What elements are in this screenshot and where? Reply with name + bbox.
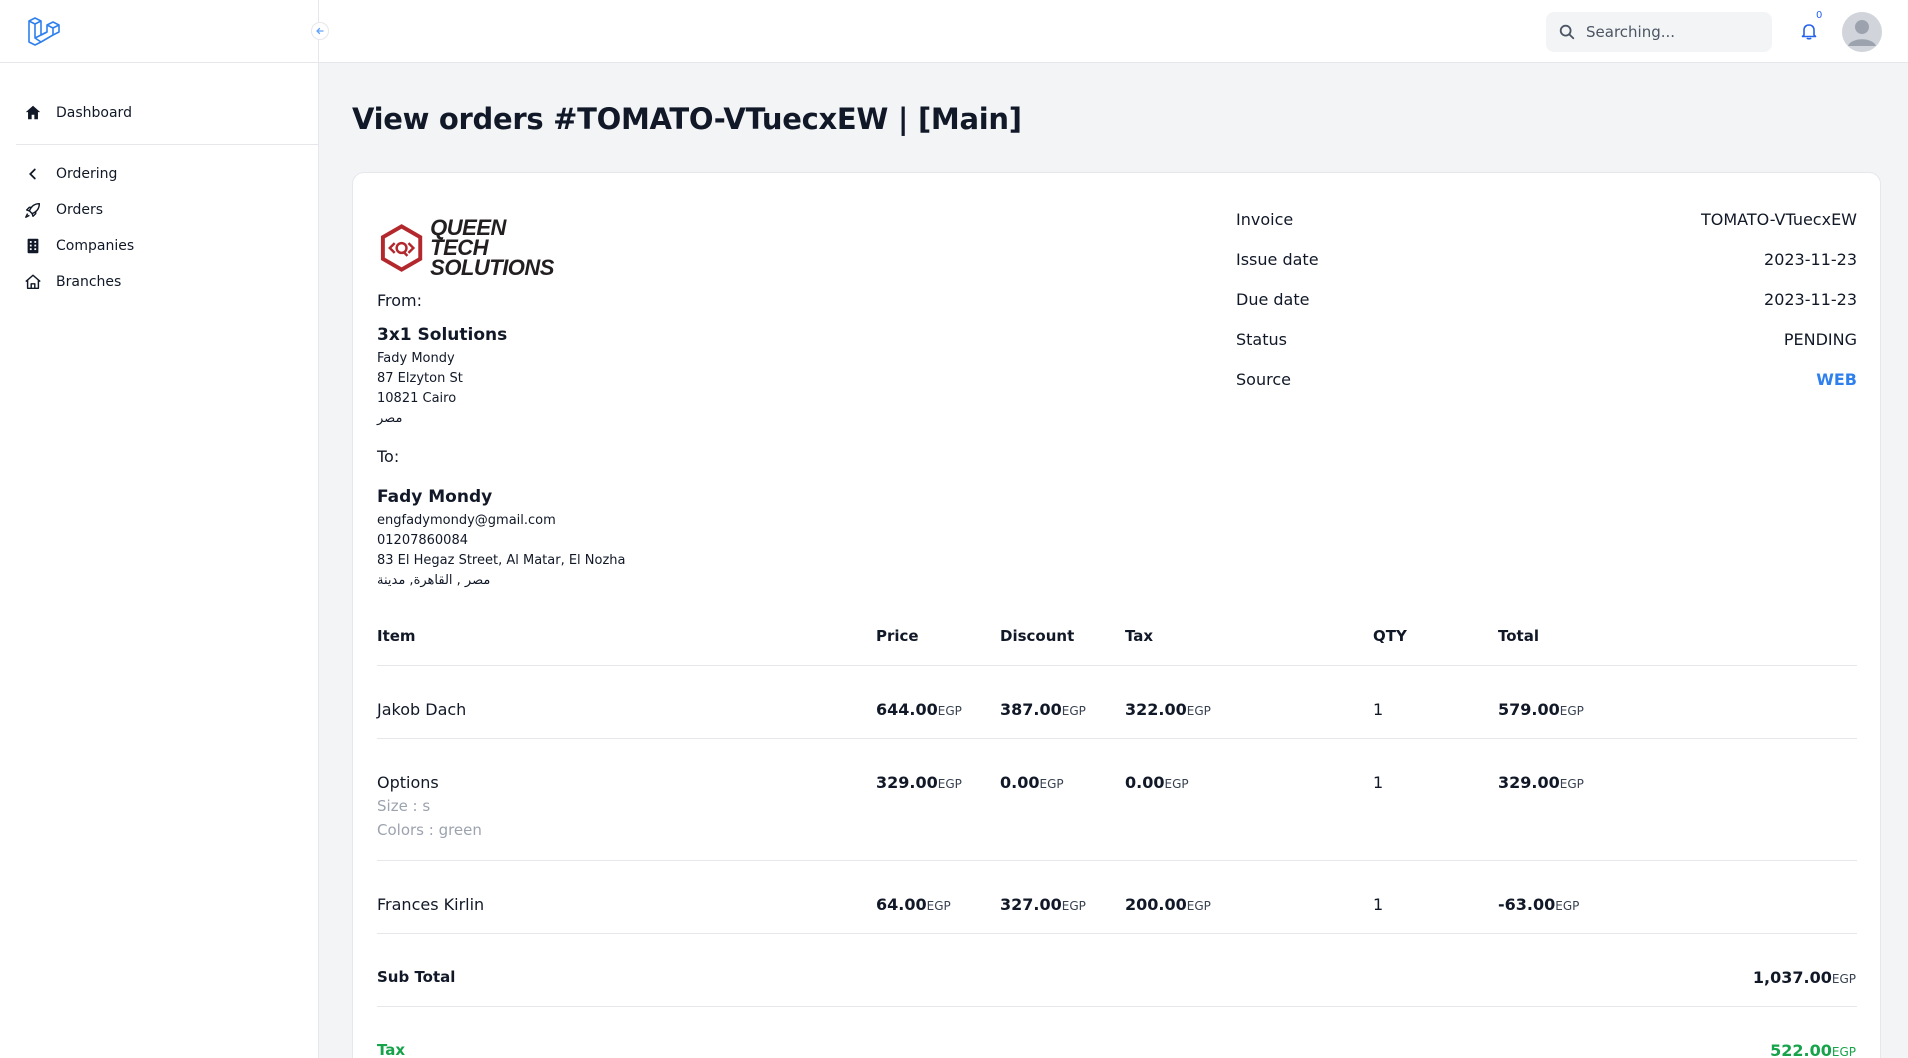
chevron-left-icon [29,168,36,180]
tax-total-label: Tax [377,1041,406,1058]
arrow-left-icon [316,27,324,35]
table-divider [377,665,1857,666]
item-name: Jakob Dach [377,700,467,719]
from-address: Fady Mondy 87 Elzyton St 10821 Cairo مصر [377,349,463,429]
from-name: 3x1 Solutions [377,325,508,345]
meta-due-date: Due date 2023-11-23 [1236,290,1857,309]
from-city: 10821 Cairo [377,391,457,406]
price-cell: 64.00EGP [876,895,951,914]
sidebar-item-companies[interactable]: Companies [24,237,134,255]
to-email: engfadymondy@gmail.com [377,513,556,528]
sidebar-item-label: Orders [56,202,104,218]
status-value: PENDING [1783,330,1857,349]
discount-cell: 387.00EGP [1000,700,1086,719]
source-value: WEB [1816,370,1857,389]
option-size: Size : s [377,797,431,815]
tax-cell: 322.00EGP [1125,700,1211,719]
meta-invoice: Invoice TOMATO-VTuecxEW [1236,210,1857,229]
to-phone: 01207860084 [377,533,468,548]
column-header-item: Item [377,627,416,645]
search-input[interactable] [1586,23,1756,41]
total-cell: -63.00EGP [1498,895,1580,914]
to-label: To: [377,447,400,466]
table-divider [377,860,1857,861]
column-header-total: Total [1498,627,1539,645]
search-box[interactable] [1546,12,1772,52]
sidebar-item-orders[interactable]: Orders [24,201,103,219]
page-title: View orders #TOMATO-VTuecxEW | [Main] [352,102,1022,136]
item-name: Frances Kirlin [377,895,485,914]
qty-cell: 1 [1373,773,1384,792]
from-street: 87 Elzyton St [377,371,463,386]
issue-date-value: 2023-11-23 [1764,250,1857,269]
qty-cell: 1 [1373,700,1384,719]
from-country: مصر [377,411,403,426]
to-street: 83 El Hegaz Street, Al Matar, El Nozha [377,553,626,568]
laravel-logo-icon[interactable] [26,15,60,49]
sidebar-divider [16,144,318,145]
discount-cell: 0.00EGP [1000,773,1064,792]
discount-cell: 327.00EGP [1000,895,1086,914]
company-logo-text: QUEEN TECH SOLUTIONS [430,215,554,280]
total-cell: 579.00EGP [1498,700,1584,719]
subtotal-label: Sub Total [377,968,456,986]
tax-total-value: 522.00EGP [1770,1041,1856,1058]
tax-cell: 200.00EGP [1125,895,1211,914]
house-icon [25,274,41,290]
column-header-tax: Tax [1125,627,1154,645]
table-divider [377,738,1857,739]
to-address: engfadymondy@gmail.com 01207860084 83 El… [377,511,626,591]
tax-cell: 0.00EGP [1125,773,1189,792]
rocket-icon [25,202,41,218]
due-date-value: 2023-11-23 [1764,290,1857,309]
item-name: Options [377,773,439,792]
notification-count-badge: 0 [1816,10,1823,21]
to-region: مصر , القاهرة, مدينة [377,573,491,588]
queen-tech-logo-icon [380,224,423,272]
sidebar: Dashboard Ordering Orders Companies Bran… [0,0,329,1058]
building-icon [27,238,39,254]
total-cell: 329.00EGP [1498,773,1584,792]
sidebar-item-dashboard[interactable]: Dashboard [24,104,132,122]
price-cell: 329.00EGP [876,773,962,792]
sidebar-header [0,0,318,63]
meta-issue-date: Issue date 2023-11-23 [1236,250,1857,269]
meta-status: Status PENDING [1236,330,1857,349]
column-header-price: Price [876,627,919,645]
invoice-number: TOMATO-VTuecxEW [1701,210,1857,229]
price-cell: 644.00EGP [876,700,962,719]
column-header-qty: QTY [1373,627,1407,645]
invoice-card: QUEEN TECH SOLUTIONS From: 3x1 Solutions… [352,172,1881,1058]
table-divider [377,1006,1857,1007]
to-name: Fady Mondy [377,487,493,507]
subtotal-value: 1,037.00EGP [1752,968,1856,987]
from-label: From: [377,291,423,310]
sidebar-group-ordering[interactable]: Ordering [24,165,117,183]
sidebar-item-label: Ordering [56,166,118,182]
table-divider [377,933,1857,934]
from-contact: Fady Mondy [377,351,455,366]
sidebar-item-label: Branches [56,274,122,290]
home-icon [25,105,41,120]
qty-cell: 1 [1373,895,1384,914]
meta-source: Source WEB [1236,370,1857,389]
topbar: 0 [319,0,1908,63]
search-icon [1559,24,1575,40]
bell-icon[interactable] [1799,21,1819,41]
sidebar-item-branches[interactable]: Branches [24,273,121,291]
company-logo: QUEEN TECH SOLUTIONS [377,217,567,279]
collapse-sidebar-button[interactable] [311,22,329,40]
sidebar-item-label: Dashboard [56,105,132,121]
avatar-placeholder-icon [1842,12,1882,52]
sidebar-item-label: Companies [56,238,135,254]
column-header-discount: Discount [1000,627,1075,645]
user-avatar[interactable] [1842,12,1882,52]
option-colors: Colors : green [377,821,482,839]
